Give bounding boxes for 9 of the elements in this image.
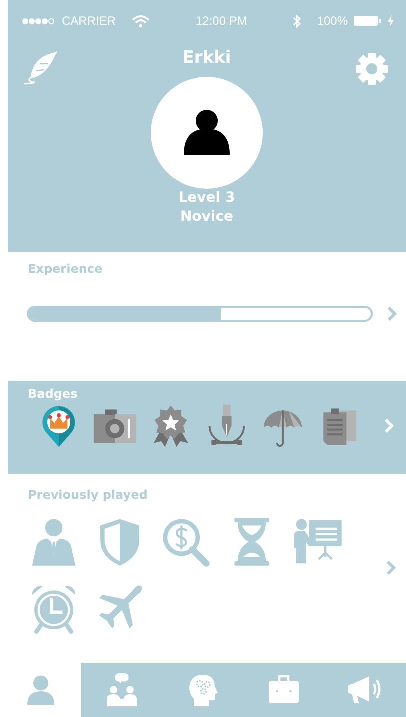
- section-title: Experience: [28, 262, 104, 276]
- battery-percent: 100%: [317, 14, 348, 28]
- section-title: Badges: [28, 387, 79, 401]
- profile-name: Erkki: [182, 48, 232, 68]
- status-time: 12:00 PM: [196, 14, 248, 28]
- rank-label: Novice: [180, 208, 234, 227]
- section-title: Previously played: [28, 488, 149, 502]
- level-label: Level 3: [178, 189, 236, 208]
- carrier-name: CARRIER: [62, 14, 116, 28]
